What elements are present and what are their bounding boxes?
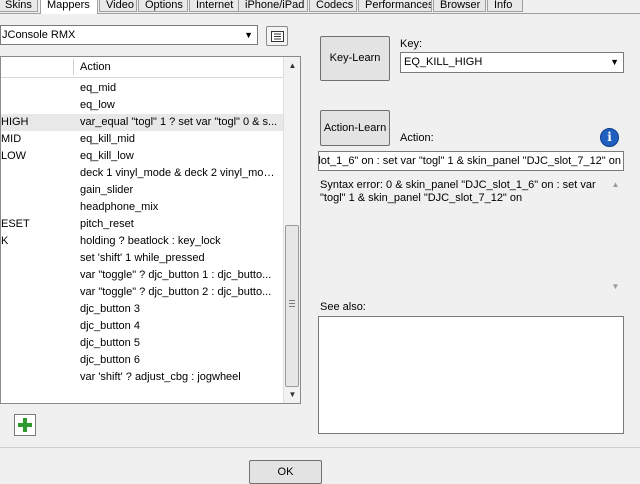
list-row[interactable]: ESET pitch_reset bbox=[1, 216, 283, 233]
row-key: ESET bbox=[1, 218, 30, 230]
info-icon[interactable]: i bbox=[600, 128, 619, 147]
tab-performances[interactable]: Performances bbox=[358, 0, 432, 12]
row-action: var 'shift' ? adjust_cbg : jogwheel bbox=[80, 371, 241, 383]
grip-icon bbox=[289, 300, 295, 308]
tab-mappers[interactable]: Mappers bbox=[40, 0, 98, 14]
tab-options[interactable]: Options bbox=[138, 0, 188, 12]
scrollbar-thumb[interactable] bbox=[285, 225, 299, 387]
column-divider[interactable] bbox=[73, 59, 74, 75]
row-action: eq_low bbox=[80, 99, 115, 111]
row-key: HIGH bbox=[1, 116, 29, 128]
column-header-action[interactable]: Action bbox=[80, 61, 111, 73]
row-action: pitch_reset bbox=[80, 218, 134, 230]
list-row[interactable]: djc_button 4 bbox=[1, 318, 283, 335]
list-scrollbar[interactable]: ▲ ▼ bbox=[283, 57, 300, 403]
list-row[interactable]: var "toggle" ? djc_button 1 : djc_butto.… bbox=[1, 267, 283, 284]
mapping-list[interactable]: Action eq_mid eq_low HIGH var_equal "togl" … bbox=[0, 56, 301, 404]
bottom-divider bbox=[0, 447, 640, 448]
row-action: eq_kill_low bbox=[80, 150, 134, 162]
syntax-error-text: Syntax error: 0 & skin_panel "DJC_slot_1… bbox=[320, 179, 596, 204]
row-key: MID bbox=[1, 133, 22, 145]
key-select-value: EQ_KILL_HIGH bbox=[404, 56, 483, 68]
key-select[interactable]: EQ_KILL_HIGH ▼ bbox=[400, 52, 624, 73]
row-action: gain_slider bbox=[80, 184, 134, 196]
action-input-value: slot_1_6" on : set var "togl" 1 & skin_p… bbox=[318, 155, 621, 167]
key-label: Key: bbox=[400, 38, 423, 50]
scroll-up-arrow[interactable]: ▲ bbox=[607, 176, 624, 193]
action-input[interactable]: slot_1_6" on : set var "togl" 1 & skin_p… bbox=[318, 151, 624, 171]
scroll-up-arrow[interactable]: ▲ bbox=[284, 57, 300, 74]
list-icon bbox=[271, 31, 284, 42]
list-row[interactable]: var "toggle" ? djc_button 2 : djc_butto.… bbox=[1, 284, 283, 301]
tab-codecs[interactable]: Codecs bbox=[309, 0, 357, 12]
row-action: djc_button 5 bbox=[80, 337, 140, 349]
list-row[interactable]: djc_button 6 bbox=[1, 352, 283, 369]
scroll-down-arrow[interactable]: ▼ bbox=[607, 278, 624, 295]
row-action: djc_button 4 bbox=[80, 320, 140, 332]
tab-browser[interactable]: Browser bbox=[433, 0, 486, 12]
list-view-button[interactable] bbox=[266, 26, 288, 46]
mapper-select-value: JConsole RMX bbox=[2, 29, 76, 41]
syntax-message-box: Syntax error: 0 & skin_panel "DJC_slot_1… bbox=[318, 176, 624, 294]
row-action: var "toggle" ? djc_button 1 : djc_butto.… bbox=[80, 269, 272, 281]
list-row[interactable]: eq_mid bbox=[1, 80, 283, 97]
list-row[interactable]: deck 1 vinyl_mode & deck 2 vinyl_mod... bbox=[1, 165, 283, 182]
row-key: K bbox=[1, 235, 9, 247]
list-row[interactable]: djc_button 5 bbox=[1, 335, 283, 352]
list-row[interactable]: LOW eq_kill_low bbox=[1, 148, 283, 165]
row-action: eq_kill_mid bbox=[80, 133, 136, 145]
tab-internet[interactable]: Internet bbox=[189, 0, 240, 12]
see-also-label: See also: bbox=[320, 301, 366, 313]
row-action: var "toggle" ? djc_button 2 : djc_butto.… bbox=[80, 286, 272, 298]
list-row[interactable]: MID eq_kill_mid bbox=[1, 131, 283, 148]
row-action: holding ? beatlock : key_lock bbox=[80, 235, 221, 247]
tab-skins[interactable]: Skins bbox=[0, 0, 38, 12]
list-header: Action bbox=[1, 57, 283, 78]
syntax-scrollbar[interactable]: ▲ ▼ bbox=[607, 176, 624, 294]
mapper-select[interactable]: JConsole RMX ▼ bbox=[0, 25, 258, 45]
row-action: djc_button 3 bbox=[80, 303, 140, 315]
row-action: set 'shift' 1 while_pressed bbox=[80, 252, 205, 264]
scroll-down-arrow[interactable]: ▼ bbox=[284, 386, 300, 403]
see-also-box[interactable] bbox=[318, 316, 624, 434]
list-row[interactable]: gain_slider bbox=[1, 182, 283, 199]
list-row[interactable]: set 'shift' 1 while_pressed bbox=[1, 250, 283, 267]
list-row[interactable]: djc_button 3 bbox=[1, 301, 283, 318]
row-key: LOW bbox=[1, 150, 27, 162]
ok-button[interactable]: OK bbox=[249, 460, 322, 484]
chevron-down-icon: ▼ bbox=[610, 57, 619, 67]
list-row[interactable]: var 'shift' ? adjust_cbg : jogwheel bbox=[1, 369, 283, 386]
list-row[interactable]: HIGH var_equal "togl" 1 ? set var "togl" … bbox=[1, 114, 283, 131]
row-action: var_equal "togl" 1 ? set var "togl" 0 & … bbox=[80, 116, 278, 128]
tab-info[interactable]: Info bbox=[487, 0, 523, 12]
tab-iphone-ipad[interactable]: iPhone/iPad bbox=[238, 0, 308, 12]
row-action: djc_button 6 bbox=[80, 354, 140, 366]
list-row[interactable]: eq_low bbox=[1, 97, 283, 114]
list-row[interactable]: Kholding ? beatlock : key_lock bbox=[1, 233, 283, 250]
tab-bar: Skins Mappers Video Options Internet iPhone/i… bbox=[0, 0, 640, 14]
action-learn-button[interactable]: Action-Learn bbox=[320, 110, 390, 146]
tab-video[interactable]: Video bbox=[99, 0, 137, 12]
row-action: headphone_mix bbox=[80, 201, 159, 213]
key-learn-button[interactable]: Key-Learn bbox=[320, 36, 390, 81]
add-mapping-button[interactable] bbox=[14, 414, 36, 436]
list-rows: eq_mid eq_low HIGH var_equal "togl" 1 ? set… bbox=[1, 80, 283, 386]
row-action: eq_mid bbox=[80, 82, 117, 94]
row-action: deck 1 vinyl_mode & deck 2 vinyl_mod... bbox=[80, 167, 278, 179]
chevron-down-icon: ▼ bbox=[244, 30, 253, 40]
action-label: Action: bbox=[400, 132, 434, 144]
list-row[interactable]: headphone_mix bbox=[1, 199, 283, 216]
